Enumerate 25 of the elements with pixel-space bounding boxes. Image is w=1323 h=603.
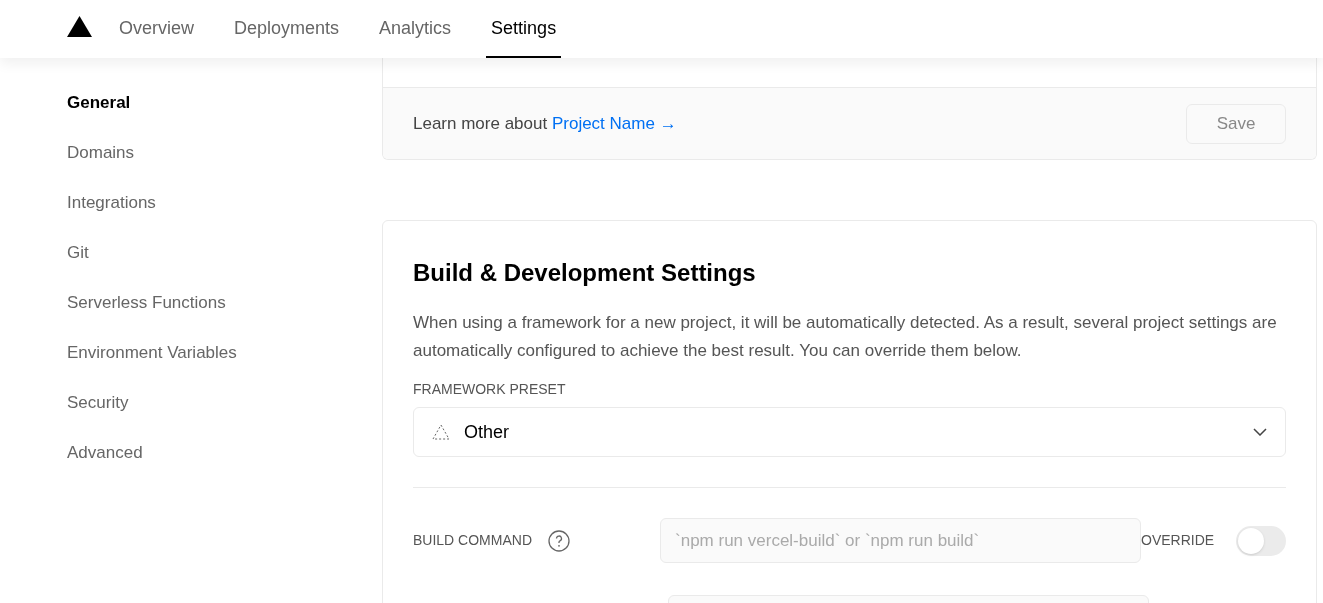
sidebar-item[interactable]: Git xyxy=(67,242,382,264)
sidebar-item[interactable]: Domains xyxy=(67,142,382,164)
section-title: Build & Development Settings xyxy=(413,258,757,288)
framework-select[interactable]: Other xyxy=(413,407,1286,457)
sidebar-item[interactable]: Environment Variables xyxy=(67,342,382,364)
nav-tab[interactable]: Analytics xyxy=(374,0,457,58)
select-value: Other xyxy=(464,420,510,444)
nav-tab[interactable]: Overview xyxy=(114,0,199,58)
sidebar-item[interactable]: Integrations xyxy=(67,192,382,214)
field-label: BUILD COMMAND xyxy=(413,531,532,550)
dashed-triangle-icon xyxy=(432,424,450,440)
nav-tab[interactable]: Deployments xyxy=(229,0,345,58)
sidebar-item[interactable]: Security xyxy=(67,392,382,414)
learn-more-text: Learn more about Project Name → xyxy=(413,112,677,135)
override-toggle[interactable] xyxy=(1236,525,1286,556)
triangle-logo-icon[interactable] xyxy=(67,16,92,37)
override-label: OVERRIDE xyxy=(1141,531,1215,550)
chevron-down-icon xyxy=(1253,428,1267,436)
help-icon[interactable] xyxy=(548,529,570,552)
section-description: When using a framework for a new project, it will be automatically detected. As a result, several project settings are automatically configured to achieve the best result. You can override them below. xyxy=(413,312,1278,362)
field-label: FRAMEWORK PRESET xyxy=(413,380,566,399)
sidebar-item[interactable]: Serverless Functions xyxy=(67,292,382,314)
sidebar-item[interactable]: General xyxy=(67,92,382,114)
project-name-link[interactable]: Project Name → xyxy=(551,113,677,133)
sidebar-item[interactable]: Advanced xyxy=(67,442,382,464)
